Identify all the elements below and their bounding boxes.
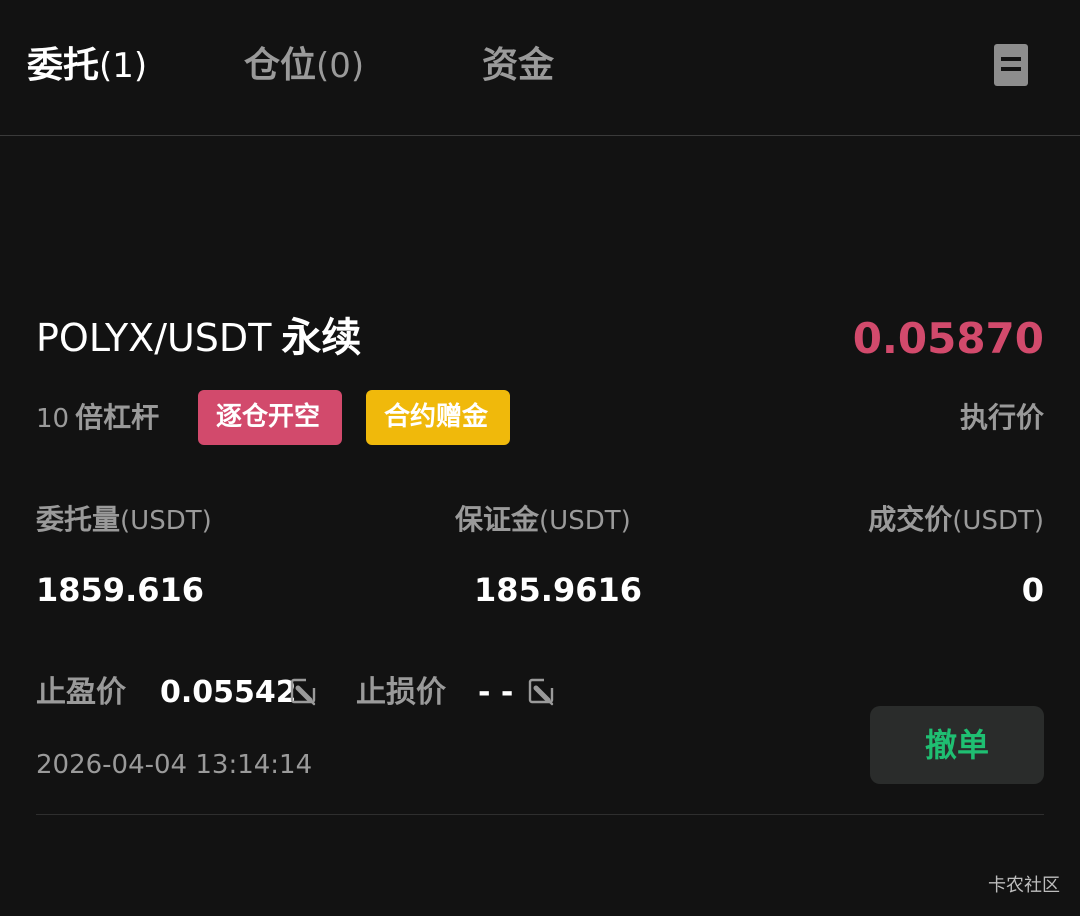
margin-label-text: 保证金 (455, 503, 540, 536)
stop-loss-value: - - (478, 675, 514, 710)
take-profit-label: 止盈价 (36, 675, 126, 710)
edit-pencil-icon[interactable] (288, 676, 318, 706)
order-timestamp: 2026-04-04 13:14:14 (36, 750, 313, 780)
stop-loss-label: 止损价 (356, 675, 446, 710)
cancel-order-button[interactable]: 撤单 (870, 706, 1044, 784)
fill-price-label: 成交价 (USDT) (868, 500, 1044, 541)
order-pair: POLYX/USDT 永续 (36, 312, 361, 364)
leverage-text: 倍杠杆 (75, 401, 160, 434)
amount-unit: (USDT) (120, 506, 212, 536)
tab-positions[interactable]: 仓位 (0) (244, 42, 364, 90)
amount-value: 1859.616 (36, 571, 205, 609)
pair-symbol: POLYX/USDT (36, 316, 272, 360)
take-profit-value: 0.05542 (160, 675, 297, 710)
amount-label-text: 委托量 (36, 503, 121, 536)
document-list-icon[interactable] (994, 44, 1028, 86)
margin-label: 保证金 (USDT) (455, 500, 631, 541)
margin-unit: (USDT) (539, 506, 631, 536)
leverage-number: 10 (36, 404, 70, 434)
watermark: 卡农社区 (988, 875, 1060, 896)
leverage: 10 倍杠杆 (36, 398, 159, 439)
tab-orders[interactable]: 委托 (1) (27, 42, 147, 90)
order-price: 0.05870 (852, 314, 1044, 363)
fill-price-value: 0 (1021, 571, 1044, 609)
tab-bar: 委托 (1) 仓位 (0) 资金 (0, 0, 1080, 136)
tab-funds[interactable]: 资金 (482, 42, 554, 90)
amount-label: 委托量 (USDT) (36, 500, 212, 541)
tag-isolated-short: 逐仓开空 (198, 390, 342, 445)
exec-price-label: 执行价 (959, 401, 1044, 434)
margin-value: 185.9616 (474, 571, 643, 609)
tab-orders-label: 委托 (27, 45, 100, 86)
contract-type: 永续 (281, 315, 362, 361)
fill-price-unit: (USDT) (952, 506, 1044, 536)
fill-price-label-text: 成交价 (868, 503, 953, 536)
divider (36, 814, 1044, 815)
tab-positions-label: 仓位 (244, 45, 317, 86)
tab-positions-count: (0) (316, 46, 365, 86)
tab-funds-label: 资金 (482, 45, 555, 86)
tag-contract-bonus: 合约赠金 (366, 390, 510, 445)
tab-orders-count: (1) (99, 46, 148, 86)
edit-pencil-icon[interactable] (526, 676, 556, 706)
